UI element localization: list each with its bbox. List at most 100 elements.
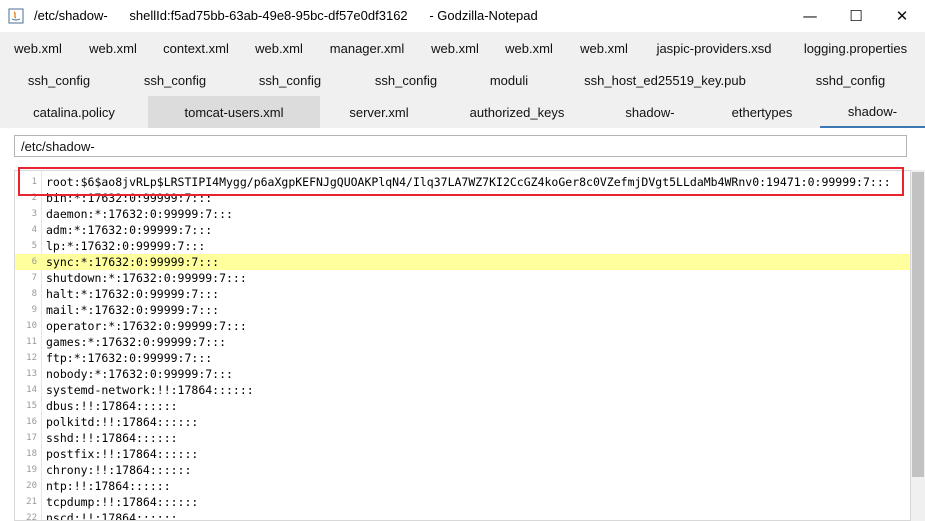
editor-line: 6 sync:*:17632:0:99999:7:::: [15, 254, 910, 270]
line-number: 16: [26, 417, 37, 427]
line-number: 9: [31, 305, 37, 315]
line-number: 19: [26, 465, 37, 475]
line-number: 20: [26, 481, 37, 491]
tab[interactable]: web.xml: [566, 32, 642, 64]
close-icon: ✕: [895, 7, 909, 25]
line-text: dbus:!!:17864::::::: [46, 399, 178, 413]
line-text: lp:*:17632:0:99999:7:::: [46, 239, 206, 253]
line-text: operator:*:17632:0:99999:7:::: [46, 319, 247, 333]
tab[interactable]: ssh_config: [348, 64, 464, 96]
tab[interactable]: ssh_host_ed25519_key.pub: [554, 64, 776, 96]
editor-line: 7 shutdown:*:17632:0:99999:7:::: [15, 270, 910, 286]
tab-selected[interactable]: tomcat-users.xml: [148, 96, 320, 128]
line-number: 14: [26, 385, 37, 395]
line-text: nscd:!!:17864::::::: [46, 511, 178, 521]
line-number: 6: [31, 257, 37, 267]
line-number: 10: [26, 321, 37, 331]
editor-line: 10 operator:*:17632:0:99999:7:::: [15, 318, 910, 334]
maximize-icon: ☐: [849, 7, 863, 25]
line-number: 12: [26, 353, 37, 363]
vertical-scrollbar[interactable]: [911, 170, 925, 521]
editor-line: 22 nscd:!!:17864::::::: [15, 510, 910, 521]
line-text: chrony:!!:17864::::::: [46, 463, 192, 477]
line-number: 7: [31, 273, 37, 283]
tab[interactable]: ethertypes: [704, 96, 820, 128]
window-title: /etc/shadow- shellId:f5ad75bb-63ab-49e8-…: [34, 8, 538, 23]
line-number: 11: [26, 337, 37, 347]
line-number: 15: [26, 401, 37, 411]
editor-line: 13 nobody:*:17632:0:99999:7:::: [15, 366, 910, 382]
line-text: shutdown:*:17632:0:99999:7:::: [46, 271, 247, 285]
tab[interactable]: shadow-: [596, 96, 704, 128]
tab[interactable]: web.xml: [242, 32, 316, 64]
editor-line: 17 sshd:!!:17864::::::: [15, 430, 910, 446]
line-number: 2: [31, 193, 37, 203]
tab-active[interactable]: shadow-: [820, 96, 925, 128]
editor-line: 4 adm:*:17632:0:99999:7:::: [15, 222, 910, 238]
editor-line: 9 mail:*:17632:0:99999:7:::: [15, 302, 910, 318]
line-number: 4: [31, 225, 37, 235]
tab[interactable]: web.xml: [492, 32, 566, 64]
line-number: 18: [26, 449, 37, 459]
tab[interactable]: manager.xml: [316, 32, 418, 64]
editor-line: 18 postfix:!!:17864::::::: [15, 446, 910, 462]
tab[interactable]: catalina.policy: [0, 96, 148, 128]
editor-line: 12 ftp:*:17632:0:99999:7:::: [15, 350, 910, 366]
tab[interactable]: web.xml: [76, 32, 150, 64]
tab[interactable]: moduli: [464, 64, 554, 96]
line-number: 13: [26, 369, 37, 379]
maximize-button[interactable]: ☐: [833, 0, 879, 32]
editor-line: 20 ntp:!!:17864::::::: [15, 478, 910, 494]
editor-line: 3 daemon:*:17632:0:99999:7:::: [15, 206, 910, 222]
minimize-button[interactable]: —: [787, 0, 833, 32]
editor-line: 15 dbus:!!:17864::::::: [15, 398, 910, 414]
tab[interactable]: web.xml: [0, 32, 76, 64]
close-button[interactable]: ✕: [879, 0, 925, 32]
line-text: mail:*:17632:0:99999:7:::: [46, 303, 220, 317]
line-text: halt:*:17632:0:99999:7:::: [46, 287, 220, 301]
tab[interactable]: ssh_config: [0, 64, 118, 96]
editor-line: 1 root:$6$ao8jvRLp$LRSTIPI4Mygg/p6aXgpKEF…: [15, 174, 910, 190]
editor-line: 19 chrony:!!:17864::::::: [15, 462, 910, 478]
editor-line: 14 systemd-network:!!:17864::::::: [15, 382, 910, 398]
file-tabs: web.xml web.xml context.xml web.xml mana…: [0, 32, 925, 128]
tab-row-2: ssh_config ssh_config ssh_config ssh_con…: [0, 64, 925, 96]
line-number: 1: [31, 177, 37, 187]
java-app-icon: [8, 8, 24, 24]
line-number: 5: [31, 241, 37, 251]
line-text: sshd:!!:17864::::::: [46, 431, 178, 445]
line-number: 3: [31, 209, 37, 219]
line-text: adm:*:17632:0:99999:7:::: [46, 223, 213, 237]
editor-line: 21 tcpdump:!!:17864::::::: [15, 494, 910, 510]
text-editor[interactable]: 1 root:$6$ao8jvRLp$LRSTIPI4Mygg/p6aXgpKEF…: [14, 170, 911, 521]
tab[interactable]: ssh_config: [232, 64, 348, 96]
tab[interactable]: server.xml: [320, 96, 438, 128]
line-text: ftp:*:17632:0:99999:7:::: [46, 351, 213, 365]
line-text: postfix:!!:17864::::::: [46, 447, 199, 461]
line-number: 17: [26, 433, 37, 443]
tab[interactable]: ssh_config: [118, 64, 232, 96]
tab[interactable]: jaspic-providers.xsd: [642, 32, 786, 64]
line-text: root:$6$ao8jvRLp$LRSTIPI4Mygg/p6aXgpKEFN…: [46, 175, 891, 189]
tab[interactable]: web.xml: [418, 32, 492, 64]
line-number: 21: [26, 497, 37, 507]
editor-line: 2 bin:*:17632:0:99999:7:::: [15, 190, 910, 206]
tab[interactable]: logging.properties: [786, 32, 925, 64]
line-text: daemon:*:17632:0:99999:7:::: [46, 207, 233, 221]
line-text: games:*:17632:0:99999:7:::: [46, 335, 227, 349]
line-text: systemd-network:!!:17864::::::: [46, 383, 254, 397]
scrollbar-thumb[interactable]: [912, 172, 924, 477]
line-text: polkitd:!!:17864::::::: [46, 415, 199, 429]
tab-row-3: catalina.policy tomcat-users.xml server.…: [0, 96, 925, 128]
editor-line: 16 polkitd:!!:17864::::::: [15, 414, 910, 430]
tab[interactable]: sshd_config: [776, 64, 925, 96]
line-number: 22: [26, 513, 37, 521]
title-bar: /etc/shadow- shellId:f5ad75bb-63ab-49e8-…: [0, 0, 925, 33]
file-path-field[interactable]: /etc/shadow-: [14, 135, 907, 157]
tab[interactable]: authorized_keys: [438, 96, 596, 128]
line-text: tcpdump:!!:17864::::::: [46, 495, 199, 509]
line-text: ntp:!!:17864::::::: [46, 479, 171, 493]
line-text: nobody:*:17632:0:99999:7:::: [46, 367, 233, 381]
editor-line: 11 games:*:17632:0:99999:7:::: [15, 334, 910, 350]
tab[interactable]: context.xml: [150, 32, 242, 64]
